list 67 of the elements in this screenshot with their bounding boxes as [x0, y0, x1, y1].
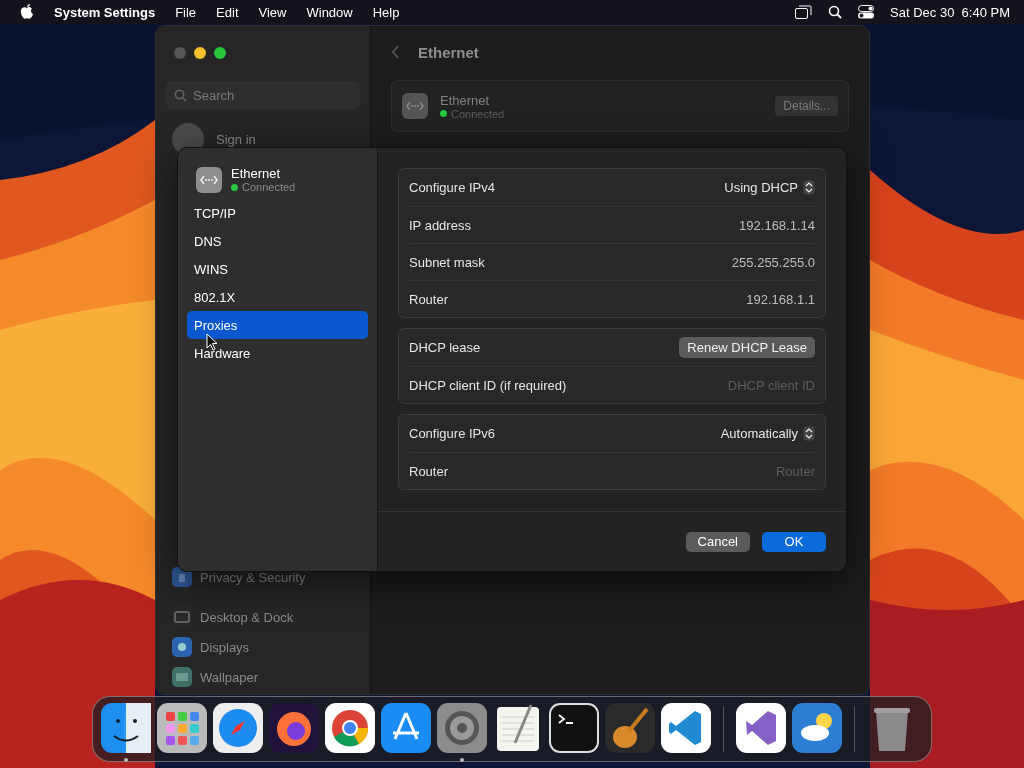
app-grid-icon[interactable]	[157, 703, 207, 753]
popup-button[interactable]: Automatically	[720, 426, 815, 441]
sheet-tab[interactable]: Hardware	[187, 339, 368, 367]
guitar-icon[interactable]	[605, 703, 655, 753]
search-icon[interactable]	[828, 5, 843, 19]
menu-item[interactable]: File	[175, 4, 197, 20]
terminal-icon[interactable]	[549, 703, 599, 753]
ethernet-icon	[196, 166, 222, 193]
row-label: Configure IPv6	[409, 426, 495, 441]
sheet-tab[interactable]: Proxies	[187, 311, 368, 339]
row-label: Router	[409, 291, 449, 307]
row-value: 192.168.1.1	[746, 291, 815, 307]
clock[interactable]: Sat Dec 30 6:40 PM	[890, 4, 1010, 20]
compass-icon[interactable]	[213, 703, 263, 753]
page-title: Ethernet	[418, 43, 479, 61]
code-editor-icon[interactable]	[661, 703, 711, 753]
ok-button[interactable]: OK	[762, 531, 826, 552]
sidebar-item[interactable]: Desktop & Dock	[166, 602, 360, 632]
cursor-icon	[206, 333, 218, 351]
sun-icon	[172, 637, 192, 657]
chevrons-icon	[803, 180, 815, 195]
minimize-icon[interactable]	[194, 47, 206, 59]
status-dot	[440, 110, 447, 117]
service-name: Ethernet	[440, 92, 491, 108]
cloud-sun-icon[interactable]	[792, 703, 842, 753]
row-value: 255.255.255.0	[731, 254, 815, 270]
zoom-icon[interactable]	[214, 47, 226, 59]
sidebar-item[interactable]: Wallpaper	[166, 662, 360, 692]
sheet-tab[interactable]: WINS	[187, 255, 368, 283]
row-label: Configure IPv4	[409, 180, 495, 195]
sheet-tab[interactable]: DNS	[187, 227, 368, 255]
a-letterform-icon[interactable]	[381, 703, 431, 753]
service-status: Connected	[242, 181, 296, 193]
wallpaper-icon	[172, 667, 192, 687]
sidebar-item[interactable]: Displays	[166, 632, 360, 662]
row-value: 192.168.1.14	[739, 217, 815, 233]
windows-icon[interactable]	[795, 5, 813, 19]
smiling-face-icon[interactable]	[101, 703, 151, 753]
menu-item[interactable]: Edit	[216, 4, 239, 20]
row-label: DHCP lease	[409, 340, 481, 355]
search-icon	[174, 88, 187, 102]
sheet-tab[interactable]: 802.1X	[187, 283, 368, 311]
chevrons-icon	[803, 426, 815, 441]
menu-item[interactable]: Help	[372, 4, 400, 20]
cancel-button[interactable]: Cancel	[685, 531, 750, 552]
status-dot	[231, 183, 238, 191]
service-name: Ethernet	[231, 166, 282, 181]
popup-button[interactable]: Using DHCP	[724, 180, 815, 195]
toggles-icon[interactable]	[858, 5, 875, 19]
ring-icon[interactable]	[325, 703, 375, 753]
sheet-tab[interactable]: TCP/IP	[187, 199, 368, 227]
row-label: DHCP client ID (if required)	[409, 377, 567, 393]
apple-icon[interactable]	[20, 4, 34, 20]
search-placeholder: Search	[193, 87, 235, 103]
service-status: Connected	[451, 107, 505, 120]
account-title[interactable]: Sign in	[216, 131, 256, 147]
running-dot	[460, 758, 464, 762]
menu-item[interactable]: View	[258, 4, 287, 20]
menu-item[interactable]: Window	[306, 4, 353, 20]
row-label: IP address	[409, 217, 471, 233]
gear-icon[interactable]	[437, 703, 487, 753]
ethernet-icon	[402, 93, 428, 119]
row-label: Subnet mask	[409, 254, 485, 270]
running-dot	[124, 758, 128, 762]
renew-button[interactable]: Renew DHCP Lease	[679, 337, 815, 358]
row-label: Router	[409, 463, 449, 479]
app-menu[interactable]: System Settings	[54, 4, 156, 20]
